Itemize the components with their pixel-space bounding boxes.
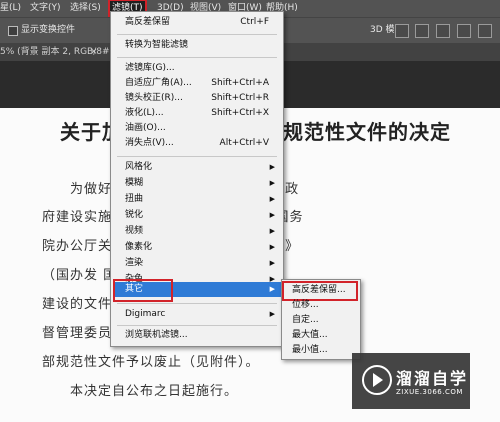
watermark-name: 溜溜自学 [396, 369, 469, 388]
submenu-arrow-icon: ▶ [269, 259, 275, 267]
menu-item-label: 风格化 [125, 162, 153, 172]
menu-item-shortcut: Ctrl+F [240, 17, 269, 27]
menu-item-shortcut: Shift+Ctrl+A [211, 78, 269, 88]
filter-menu: 高反差保留 Ctrl+F 转换为智能滤镜 滤镜库(G)... 自适应广角(A).… [110, 11, 284, 347]
watermark-url: ZIXUE.3066.COM [396, 388, 463, 396]
menu-item-sharpen[interactable]: 锐化 ▶ [125, 208, 277, 223]
submenu-arrow-icon: ▶ [269, 211, 275, 219]
menu-item-label: 锐化 [125, 210, 144, 220]
watermark-logo: 溜溜自学 ZIXUE.3066.COM [352, 353, 470, 409]
annotation-highlight-box [113, 279, 173, 302]
menu-item-convert-smart-filters[interactable]: 转换为智能滤镜 [125, 38, 277, 53]
menu-item-stylize[interactable]: 风格化 ▶ [125, 160, 277, 175]
menu-item-label: 浏览联机滤镜... [125, 330, 188, 340]
menu-item-video[interactable]: 视频 ▶ [125, 224, 277, 239]
menu-item-label: 自适应广角(A)... [125, 78, 192, 88]
submenu-item-custom[interactable]: 自定... [292, 313, 356, 328]
document-line-8: 本决定自公布之日起施行。 [70, 384, 239, 399]
menu-select[interactable]: 选择(S) [70, 0, 101, 17]
other-submenu: 高反差保留... 位移... 自定... 最大值... 最小值... [281, 279, 361, 360]
menu-item-label: 液化(L)... [125, 108, 164, 118]
submenu-arrow-icon: ▶ [269, 195, 275, 203]
menu-item-filter-gallery[interactable]: 滤镜库(G)... [125, 61, 277, 76]
menu-item-shortcut: Shift+Ctrl+R [211, 93, 269, 103]
menu-item-shortcut: Alt+Ctrl+V [219, 138, 269, 148]
submenu-arrow-icon: ▶ [269, 243, 275, 251]
menu-separator [117, 303, 277, 304]
menu-type[interactable]: 文字(Y) [30, 0, 61, 17]
menu-item-label: 视频 [125, 226, 144, 236]
menu-item-label: 模糊 [125, 178, 144, 188]
close-icon[interactable]: × [90, 43, 98, 61]
menu-item-label: 镜头校正(R)... [125, 93, 183, 103]
show-transform-controls-label: 显示变换控件 [21, 25, 76, 35]
menu-layer[interactable]: 星(L) [0, 0, 21, 17]
menu-separator [117, 325, 277, 326]
menu-separator [117, 57, 277, 58]
menu-item-label: 高反差保留 [125, 17, 171, 27]
menu-item-distort[interactable]: 扭曲 ▶ [125, 192, 277, 207]
menu-item-vanishing-point[interactable]: 消失点(V)... Alt+Ctrl+V [125, 136, 277, 151]
submenu-item-maximum[interactable]: 最大值... [292, 328, 356, 343]
show-transform-controls-checkbox[interactable] [8, 26, 18, 36]
menu-item-pixelate[interactable]: 像素化 ▶ [125, 240, 277, 255]
document-line-7: 部规范性文件予以废止（见附件）。 [42, 355, 260, 370]
play-icon [362, 365, 392, 395]
menu-item-label: 转换为智能滤镜 [125, 40, 189, 50]
menu-item-oil-paint[interactable]: 油画(O)... [125, 121, 277, 136]
menu-item-label: 像素化 [125, 242, 153, 252]
menu-item-adaptive-wide-angle[interactable]: 自适应广角(A)... Shift+Ctrl+A [125, 76, 277, 91]
slide-3d-icon[interactable] [457, 24, 472, 38]
menu-item-label: 滤镜库(G)... [125, 63, 175, 73]
menu-item-last-filter[interactable]: 高反差保留 Ctrl+F [125, 15, 277, 30]
submenu-arrow-icon: ▶ [269, 163, 275, 171]
menu-item-lens-correction[interactable]: 镜头校正(R)... Shift+Ctrl+R [125, 91, 277, 106]
menu-item-digimarc[interactable]: Digimarc ▶ [125, 307, 277, 322]
menu-item-label: 油画(O)... [125, 123, 166, 133]
document-tab[interactable]: 5% (背景 副本 2, RGB/8#) * [0, 43, 120, 61]
menu-item-liquify[interactable]: 液化(L)... Shift+Ctrl+X [125, 106, 277, 121]
submenu-arrow-icon: ▶ [269, 227, 275, 235]
menu-separator [117, 156, 277, 157]
submenu-arrow-icon: ▶ [269, 310, 275, 318]
menu-item-label: 扭曲 [125, 194, 144, 204]
submenu-arrow-icon: ▶ [269, 179, 275, 187]
menu-item-label: 消失点(V)... [125, 138, 174, 148]
menu-item-label: Digimarc [125, 309, 166, 319]
menu-item-browse-filters-online[interactable]: 浏览联机滤镜... [125, 328, 277, 343]
menu-item-blur[interactable]: 模糊 ▶ [125, 176, 277, 191]
document-title-right: 规范性文件的决定 [283, 120, 451, 144]
submenu-arrow-icon: ▶ [269, 285, 275, 293]
drag-3d-icon[interactable] [436, 24, 451, 38]
menu-item-label: 渲染 [125, 258, 144, 268]
menu-item-render[interactable]: 渲染 ▶ [125, 256, 277, 271]
menu-item-shortcut: Shift+Ctrl+X [211, 108, 269, 118]
scale-3d-icon[interactable] [478, 24, 492, 38]
rotate-3d-icon[interactable] [394, 24, 409, 38]
menu-separator [117, 34, 277, 35]
toolbar-icons [393, 22, 495, 38]
submenu-item-offset[interactable]: 位移... [292, 298, 356, 313]
roll-3d-icon[interactable] [415, 24, 430, 38]
submenu-item-minimum[interactable]: 最小值... [292, 343, 356, 358]
